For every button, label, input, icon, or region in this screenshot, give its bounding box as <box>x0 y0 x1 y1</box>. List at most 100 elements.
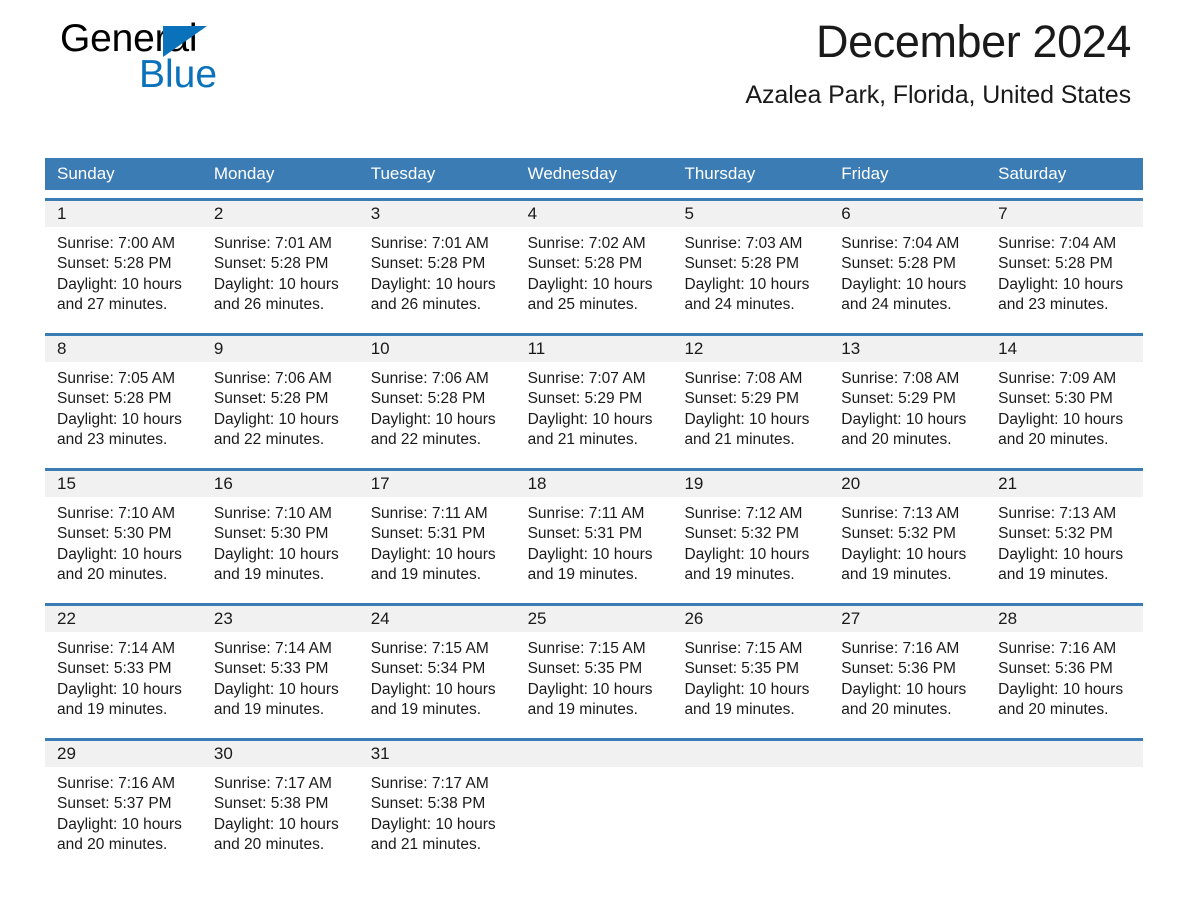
daylight-text-line2: and 24 minutes. <box>684 295 795 313</box>
day-number[interactable]: 24 <box>359 606 516 632</box>
day-cell[interactable]: Sunrise: 7:02 AM Sunset: 5:28 PM Dayligh… <box>516 234 673 325</box>
day-cell[interactable]: Sunrise: 7:07 AM Sunset: 5:29 PM Dayligh… <box>516 369 673 460</box>
day-cell[interactable]: Sunrise: 7:14 AM Sunset: 5:33 PM Dayligh… <box>45 639 202 730</box>
sunset-text: Sunset: 5:31 PM <box>370 525 486 543</box>
sunset-text: Sunset: 5:33 PM <box>213 660 329 678</box>
daylight-text-line2: and 26 minutes. <box>213 295 325 313</box>
week-row: 8 9 10 11 12 13 14 Sunrise: 7:05 AM Suns… <box>45 333 1143 460</box>
sunrise-text: Sunrise: 7:16 AM <box>841 640 960 657</box>
day-number[interactable]: 3 <box>359 201 516 227</box>
day-cell[interactable]: Sunrise: 7:00 AM Sunset: 5:28 PM Dayligh… <box>45 234 202 325</box>
sunrise-text: Sunrise: 7:17 AM <box>370 775 489 792</box>
day-number[interactable]: 2 <box>202 201 359 227</box>
day-cell[interactable]: Sunrise: 7:13 AM Sunset: 5:32 PM Dayligh… <box>829 504 986 595</box>
daylight-text-line1: Daylight: 10 hours <box>213 815 339 833</box>
day-number[interactable]: 18 <box>516 471 673 497</box>
day-number[interactable]: 29 <box>45 741 202 767</box>
day-cell[interactable]: Sunrise: 7:15 AM Sunset: 5:35 PM Dayligh… <box>516 639 673 730</box>
day-number[interactable]: 4 <box>516 201 673 227</box>
daylight-text-line2: and 19 minutes. <box>527 565 638 583</box>
day-number[interactable]: 27 <box>829 606 986 632</box>
daylight-text-line2: and 19 minutes. <box>213 700 325 718</box>
sunset-text: Sunset: 5:28 PM <box>527 255 643 273</box>
daylight-text-line2: and 22 minutes. <box>370 430 482 448</box>
day-cell[interactable]: Sunrise: 7:17 AM Sunset: 5:38 PM Dayligh… <box>359 774 516 865</box>
daylight-text-line2: and 22 minutes. <box>213 430 325 448</box>
day-cell[interactable]: Sunrise: 7:14 AM Sunset: 5:33 PM Dayligh… <box>202 639 359 730</box>
day-cell[interactable]: Sunrise: 7:04 AM Sunset: 5:28 PM Dayligh… <box>986 234 1143 325</box>
daylight-text-line2: and 20 minutes. <box>841 700 952 718</box>
week-row: 1 2 3 4 5 6 7 Sunrise: 7:00 AM Sunset: 5… <box>45 198 1143 325</box>
day-number[interactable]: 10 <box>359 336 516 362</box>
week-info-band: Sunrise: 7:10 AM Sunset: 5:30 PM Dayligh… <box>45 497 1143 595</box>
day-cell[interactable]: Sunrise: 7:12 AM Sunset: 5:32 PM Dayligh… <box>672 504 829 595</box>
day-number[interactable]: 25 <box>516 606 673 632</box>
sunset-text: Sunset: 5:38 PM <box>213 795 329 813</box>
weekday-header-friday: Friday <box>841 164 889 183</box>
day-number[interactable]: 30 <box>202 741 359 767</box>
day-number[interactable]: 13 <box>829 336 986 362</box>
day-cell[interactable]: Sunrise: 7:10 AM Sunset: 5:30 PM Dayligh… <box>45 504 202 595</box>
sunrise-text: Sunrise: 7:08 AM <box>841 370 960 387</box>
day-number[interactable]: 16 <box>202 471 359 497</box>
day-cell[interactable]: Sunrise: 7:05 AM Sunset: 5:28 PM Dayligh… <box>45 369 202 460</box>
day-number[interactable]: 5 <box>672 201 829 227</box>
daylight-text-line2: and 19 minutes. <box>527 700 638 718</box>
day-number-empty <box>672 741 829 767</box>
day-number[interactable]: 15 <box>45 471 202 497</box>
daylight-text-line2: and 23 minutes. <box>998 295 1109 313</box>
day-cell[interactable]: Sunrise: 7:08 AM Sunset: 5:29 PM Dayligh… <box>829 369 986 460</box>
day-cell[interactable]: Sunrise: 7:13 AM Sunset: 5:32 PM Dayligh… <box>986 504 1143 595</box>
daylight-text-line1: Daylight: 10 hours <box>527 275 653 293</box>
week-info-band: Sunrise: 7:05 AM Sunset: 5:28 PM Dayligh… <box>45 362 1143 460</box>
day-number[interactable]: 14 <box>986 336 1143 362</box>
day-number[interactable]: 1 <box>45 201 202 227</box>
day-number[interactable]: 31 <box>359 741 516 767</box>
day-cell[interactable]: Sunrise: 7:08 AM Sunset: 5:29 PM Dayligh… <box>672 369 829 460</box>
day-cell[interactable]: Sunrise: 7:01 AM Sunset: 5:28 PM Dayligh… <box>359 234 516 325</box>
day-number[interactable]: 21 <box>986 471 1143 497</box>
day-cell[interactable]: Sunrise: 7:04 AM Sunset: 5:28 PM Dayligh… <box>829 234 986 325</box>
daylight-text-line1: Daylight: 10 hours <box>213 545 339 563</box>
location-subtitle: Azalea Park, Florida, United States <box>745 81 1131 109</box>
day-number[interactable]: 23 <box>202 606 359 632</box>
day-number[interactable]: 8 <box>45 336 202 362</box>
day-cell[interactable]: Sunrise: 7:10 AM Sunset: 5:30 PM Dayligh… <box>202 504 359 595</box>
day-cell[interactable]: Sunrise: 7:03 AM Sunset: 5:28 PM Dayligh… <box>672 234 829 325</box>
week-date-band: 8 9 10 11 12 13 14 <box>45 336 1143 362</box>
week-info-band: Sunrise: 7:16 AM Sunset: 5:37 PM Dayligh… <box>45 767 1143 865</box>
day-number[interactable]: 11 <box>516 336 673 362</box>
day-cell[interactable]: Sunrise: 7:15 AM Sunset: 5:34 PM Dayligh… <box>359 639 516 730</box>
sunset-text: Sunset: 5:28 PM <box>213 255 329 273</box>
daylight-text-line1: Daylight: 10 hours <box>213 680 339 698</box>
sunrise-text: Sunrise: 7:12 AM <box>684 505 803 522</box>
day-cell[interactable]: Sunrise: 7:11 AM Sunset: 5:31 PM Dayligh… <box>516 504 673 595</box>
day-number[interactable]: 17 <box>359 471 516 497</box>
daylight-text-line2: and 27 minutes. <box>57 295 168 313</box>
day-cell[interactable]: Sunrise: 7:06 AM Sunset: 5:28 PM Dayligh… <box>202 369 359 460</box>
day-number[interactable]: 7 <box>986 201 1143 227</box>
sunrise-text: Sunrise: 7:15 AM <box>527 640 646 657</box>
day-number[interactable]: 28 <box>986 606 1143 632</box>
day-cell[interactable]: Sunrise: 7:15 AM Sunset: 5:35 PM Dayligh… <box>672 639 829 730</box>
day-number[interactable]: 12 <box>672 336 829 362</box>
day-number[interactable]: 20 <box>829 471 986 497</box>
day-cell[interactable]: Sunrise: 7:16 AM Sunset: 5:36 PM Dayligh… <box>986 639 1143 730</box>
day-cell[interactable]: Sunrise: 7:11 AM Sunset: 5:31 PM Dayligh… <box>359 504 516 595</box>
daylight-text-line2: and 19 minutes. <box>57 700 168 718</box>
day-number[interactable]: 6 <box>829 201 986 227</box>
weekday-header-monday: Monday <box>213 164 275 183</box>
day-number[interactable]: 19 <box>672 471 829 497</box>
day-cell[interactable]: Sunrise: 7:16 AM Sunset: 5:37 PM Dayligh… <box>45 774 202 865</box>
day-cell[interactable]: Sunrise: 7:09 AM Sunset: 5:30 PM Dayligh… <box>986 369 1143 460</box>
day-number[interactable]: 9 <box>202 336 359 362</box>
day-cell[interactable]: Sunrise: 7:17 AM Sunset: 5:38 PM Dayligh… <box>202 774 359 865</box>
daylight-text-line1: Daylight: 10 hours <box>998 275 1124 293</box>
day-number[interactable]: 22 <box>45 606 202 632</box>
day-number[interactable]: 26 <box>672 606 829 632</box>
day-cell[interactable]: Sunrise: 7:16 AM Sunset: 5:36 PM Dayligh… <box>829 639 986 730</box>
sunrise-text: Sunrise: 7:09 AM <box>998 370 1117 387</box>
sunset-text: Sunset: 5:28 PM <box>57 255 172 273</box>
day-cell[interactable]: Sunrise: 7:06 AM Sunset: 5:28 PM Dayligh… <box>359 369 516 460</box>
day-cell[interactable]: Sunrise: 7:01 AM Sunset: 5:28 PM Dayligh… <box>202 234 359 325</box>
